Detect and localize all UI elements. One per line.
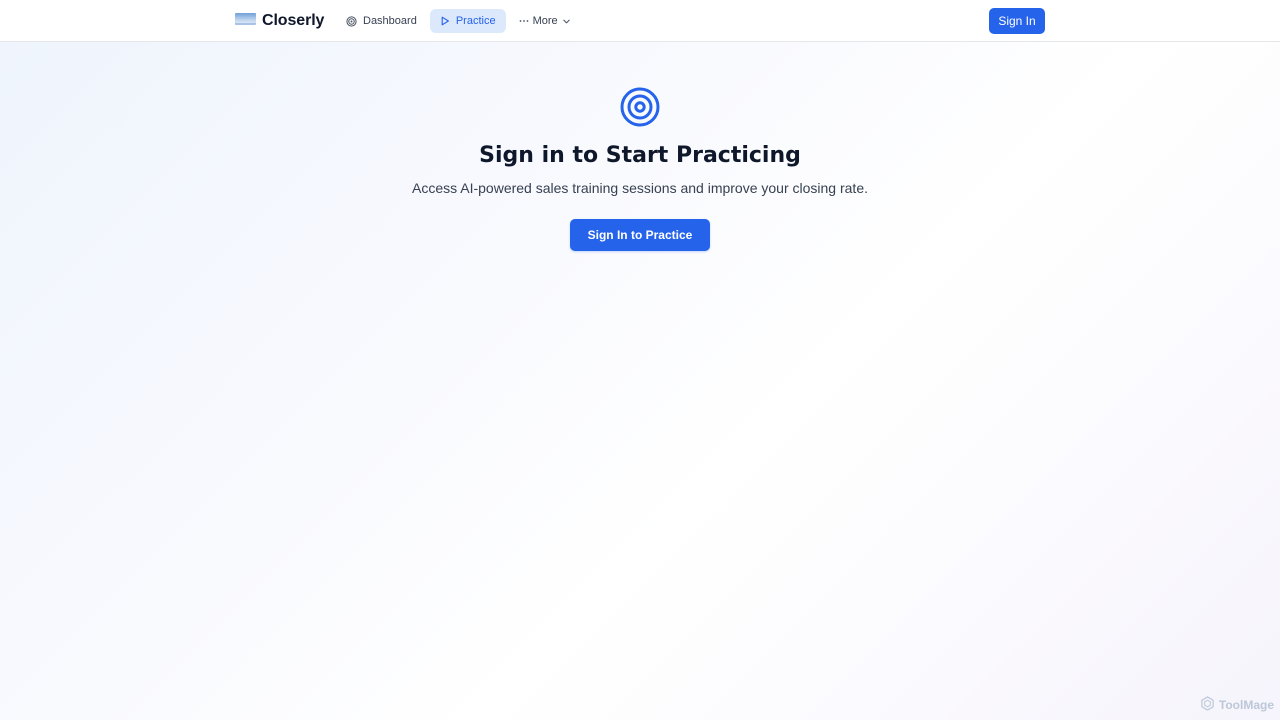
- nav-item-dashboard[interactable]: Dashboard: [336, 9, 427, 33]
- chevron-down-icon: [562, 17, 571, 26]
- page-title: Sign in to Start Practicing: [479, 143, 801, 168]
- watermark-text: ToolMage: [1218, 698, 1274, 712]
- nav-item-label: More: [532, 15, 558, 27]
- nav-item-more[interactable]: More: [509, 9, 581, 33]
- watermark: ToolMage: [1200, 696, 1274, 714]
- nav-item-label: Practice: [455, 15, 496, 27]
- brand[interactable]: Closerly: [235, 10, 324, 32]
- play-icon: [440, 16, 450, 26]
- ellipsis-icon: [519, 16, 529, 26]
- nav-item-label: Dashboard: [363, 15, 417, 27]
- brand-name: Closerly: [262, 12, 325, 29]
- page-subtitle: Access AI-powered sales training session…: [412, 180, 868, 196]
- sign-in-button[interactable]: Sign In: [989, 8, 1045, 34]
- sign-in-to-practice-button[interactable]: Sign In to Practice: [570, 219, 710, 251]
- target-icon: [346, 15, 357, 27]
- target-icon: [620, 87, 660, 127]
- top-navigation-bar: Closerly Dashboard Practice More Sign In: [0, 0, 1280, 42]
- brand-logo: [235, 13, 256, 25]
- main-nav: Dashboard Practice More: [336, 9, 581, 33]
- hexagon-logo-icon: [1200, 696, 1215, 714]
- nav-item-practice[interactable]: Practice: [429, 9, 506, 33]
